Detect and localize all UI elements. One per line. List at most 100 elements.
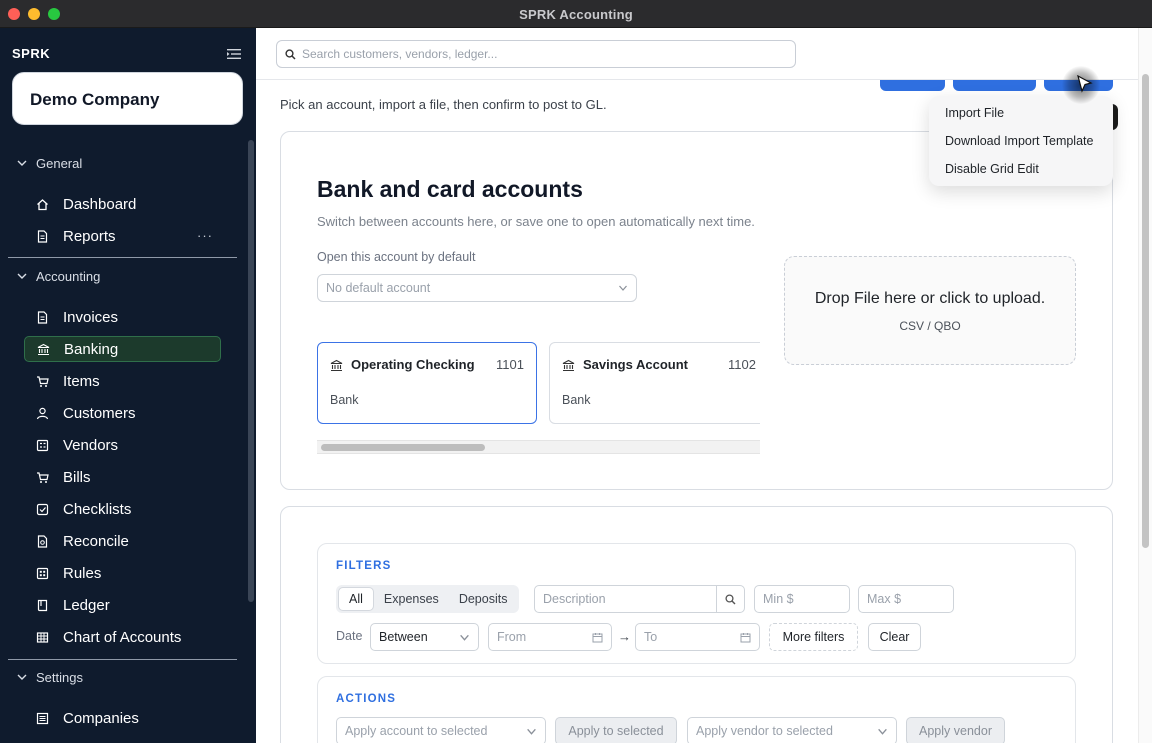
section-accounting[interactable]: Accounting [16,266,100,286]
user-icon [36,407,49,419]
sidebar-item-ledger[interactable]: Ledger [24,592,221,618]
mouse-cursor-icon [1062,66,1100,104]
default-account-value: No default account [326,281,431,295]
company-switcher[interactable]: Demo Company [12,72,243,125]
dropzone-formats: CSV / QBO [899,319,961,333]
segment-all[interactable]: All [338,587,374,611]
sidebar-item-label: Banking [64,340,119,358]
segment-expenses[interactable]: Expenses [374,587,449,611]
sidebar-item-rules[interactable]: Rules [24,560,221,586]
apply-vendor-select[interactable]: Apply vendor to selected [687,717,897,743]
sidebar-scrollbar[interactable] [248,140,254,602]
home-icon [37,198,48,210]
sidebar-item-label: Invoices [63,308,119,326]
account-card-operating-checking[interactable]: Operating Checking 1101 Bank [317,342,537,424]
account-number: 1101 [496,357,524,372]
sidebar-item-label: Dashboard [63,195,137,213]
default-account-select[interactable]: No default account [317,274,637,302]
sidebar-item-dashboard[interactable]: Dashboard [24,191,221,217]
menu-item-download-template[interactable]: Download Import Template [945,134,1093,148]
page-subtitle: Pick an account, import a file, then con… [280,97,607,112]
global-search[interactable] [276,40,796,68]
chevron-down-icon [619,285,627,291]
sidebar-item-label: Reconcile [63,532,129,550]
section-settings[interactable]: Settings [16,667,83,687]
window-title: SPRK Accounting [519,7,633,22]
sidebar-item-label: Checklists [63,500,132,518]
calendar-icon [592,633,603,643]
apply-account-select[interactable]: Apply account to selected [336,717,546,743]
sidebar-item-banking[interactable]: Banking [24,336,221,362]
calendar-icon [740,633,751,643]
apply-vendor-button[interactable]: Apply vendor [906,717,1005,743]
sidebar-item-customers[interactable]: Customers [24,400,221,426]
more-filters-button[interactable]: More filters [769,623,858,651]
to-placeholder: To [644,630,658,644]
filters-title: FILTERS [336,560,392,572]
sidebar-item-reconcile[interactable]: Reconcile [24,528,221,554]
search-input[interactable] [302,47,782,61]
sidebar-item-bills[interactable]: Bills [24,464,221,490]
companies-icon [36,712,49,724]
menu-item-disable-grid-edit[interactable]: Disable Grid Edit [945,162,1039,176]
chevron-down-icon [17,160,27,166]
description-filter[interactable]: Description [534,585,745,613]
import-dropdown-menu: Import File Download Import Template Dis… [929,96,1113,186]
actions-panel: ACTIONS Apply account to selected Apply … [317,676,1076,743]
max-placeholder: Max $ [867,592,902,606]
reconcile-icon [37,534,48,548]
sidebar-item-checklists[interactable]: Checklists [24,496,221,522]
dropzone-text: Drop File here or click to upload. [814,290,1046,307]
sidebar-item-label: Items [63,372,100,390]
brand-label: SPRK [12,46,51,61]
section-label: Accounting [36,268,101,284]
grid-icon [36,631,49,643]
date-mode-select[interactable]: Between [370,623,479,651]
cart-icon [37,471,49,483]
account-name: Savings Account [583,357,688,372]
sidebar-item-companies[interactable]: Companies [24,705,221,731]
search-icon [285,48,296,60]
sidebar-item-chart-of-accounts[interactable]: Chart of Accounts [24,624,221,650]
collapse-sidebar-icon[interactable] [227,48,241,60]
transactions-card: FILTERS All Expenses Deposits Descriptio… [280,506,1113,743]
max-amount-input[interactable]: Max $ [858,585,954,613]
description-placeholder: Description [543,592,606,606]
date-label: Date [336,629,363,643]
apply-to-selected-button[interactable]: Apply to selected [555,717,677,743]
sidebar-item-invoices[interactable]: Invoices [24,304,221,330]
cart-icon [37,375,49,387]
accounts-title: Bank and card accounts [317,176,583,202]
chevron-down-icon [878,728,887,735]
date-to-input[interactable]: To [635,623,760,651]
min-amount-input[interactable]: Min $ [754,585,850,613]
clear-filters-button[interactable]: Clear [868,623,921,651]
document-icon [37,310,48,324]
search-icon [725,593,736,604]
actions-title: ACTIONS [336,693,397,705]
description-search-button[interactable] [716,586,744,612]
sidebar-item-items[interactable]: Items [24,368,221,394]
main-scrollbar-thumb[interactable] [1142,74,1149,548]
bank-icon [330,359,343,372]
sidebar-item-label: Rules [63,564,102,582]
filters-panel: FILTERS All Expenses Deposits Descriptio… [317,543,1076,664]
sidebar-item-label: Ledger [63,596,110,614]
more-options-icon[interactable]: ··· [197,228,213,243]
section-general[interactable]: General [16,153,82,173]
from-placeholder: From [497,630,527,644]
default-account-label: Open this account by default [317,250,476,264]
scrollbar-thumb[interactable] [321,444,485,451]
sidebar-item-vendors[interactable]: Vendors [24,432,221,458]
date-from-input[interactable]: From [488,623,612,651]
file-dropzone[interactable]: Drop File here or click to upload. CSV /… [784,256,1076,365]
segment-deposits[interactable]: Deposits [449,587,518,611]
menu-item-import-file[interactable]: Import File [945,106,1004,120]
sidebar-item-label: Vendors [63,436,119,454]
window-titlebar: SPRK Accounting [0,0,1152,28]
section-label: Settings [36,669,83,685]
sidebar-item-reports[interactable]: Reports ··· [24,223,221,249]
account-carousel-scrollbar[interactable] [317,440,760,454]
account-card-savings[interactable]: Savings Account 1102 Bank [549,342,760,424]
type-segmented-control: All Expenses Deposits [336,585,520,613]
